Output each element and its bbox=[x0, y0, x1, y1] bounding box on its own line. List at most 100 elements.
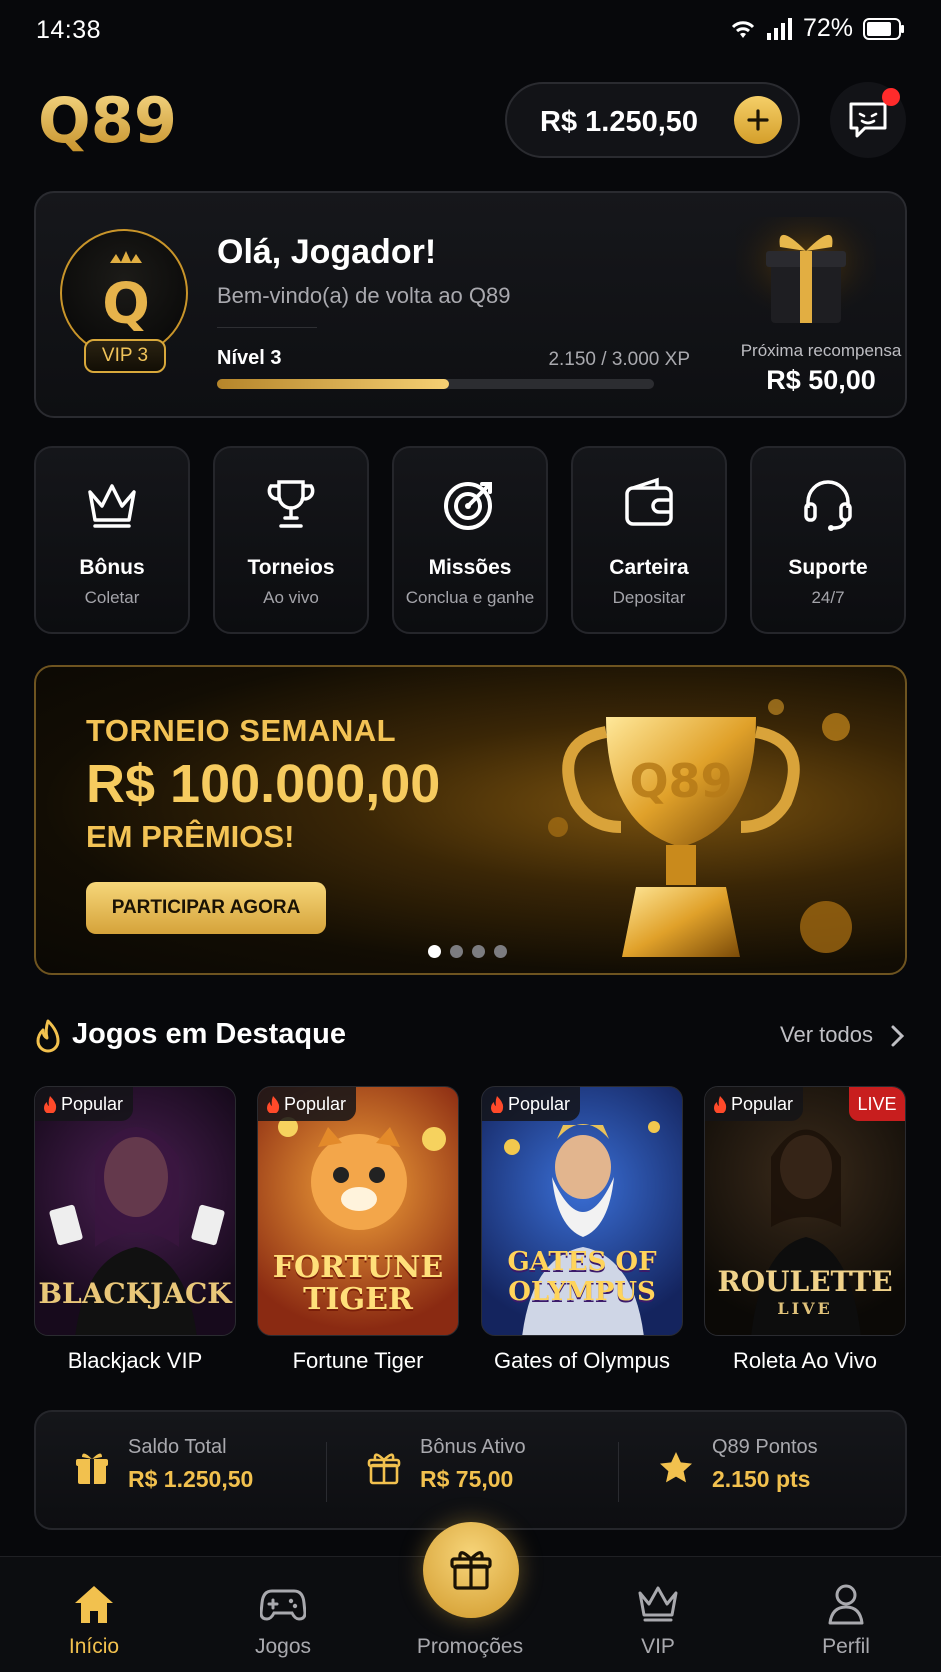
popular-tag: Popular bbox=[35, 1087, 134, 1121]
summary-value: 2.150 pts bbox=[712, 1466, 811, 1492]
banner-heading: TORNEIO SEMANAL bbox=[86, 713, 397, 748]
quick-action-title: Bônus bbox=[79, 556, 145, 579]
game-card-fortune-tiger[interactable]: FORTUNE TIGER Popular bbox=[257, 1086, 459, 1336]
promo-banner[interactable]: Q89 TORNEIO SEMANAL R$ 100.000,00 EM PRÊ… bbox=[34, 665, 907, 975]
battery-percent: 72% bbox=[802, 14, 853, 42]
quick-action-title: Missões bbox=[428, 556, 512, 579]
carousel-dots bbox=[428, 945, 507, 958]
nav-vip[interactable]: VIP bbox=[593, 1557, 723, 1672]
fire-icon bbox=[491, 1096, 504, 1113]
see-all-link[interactable]: Ver todos bbox=[780, 1022, 873, 1048]
vip-badge[interactable]: Q bbox=[60, 229, 188, 357]
fire-icon bbox=[267, 1096, 280, 1113]
game-card-gates-of-olympus[interactable]: GATES OF OLYMPUS Popular bbox=[481, 1086, 683, 1336]
nav-label: Jogos bbox=[254, 1635, 312, 1658]
nav-games[interactable]: Jogos bbox=[218, 1557, 348, 1672]
promotions-button[interactable] bbox=[423, 1522, 519, 1618]
vip-level-tag: VIP 3 bbox=[84, 339, 166, 373]
carousel-dot[interactable] bbox=[428, 945, 441, 958]
carousel-dot[interactable] bbox=[472, 945, 485, 958]
quick-action-support[interactable]: Suporte 24/7 bbox=[750, 446, 906, 634]
status-time: 14:38 bbox=[36, 16, 102, 44]
game-name[interactable]: Blackjack VIP bbox=[34, 1348, 236, 1374]
quick-action-subtitle: Coletar bbox=[84, 588, 140, 607]
nav-profile[interactable]: Perfil bbox=[781, 1557, 911, 1672]
svg-text:Q89: Q89 bbox=[38, 84, 177, 157]
quick-action-tournaments[interactable]: Torneios Ao vivo bbox=[213, 446, 369, 634]
summary-label: Saldo Total bbox=[128, 1436, 227, 1458]
carousel-dot[interactable] bbox=[494, 945, 507, 958]
level-label: Nível 3 bbox=[217, 347, 282, 369]
battery-icon bbox=[863, 17, 904, 40]
nav-label: Início bbox=[68, 1635, 120, 1658]
quick-action-wallet[interactable]: Carteira Depositar bbox=[571, 446, 727, 634]
balance-amount: R$ 1.250,50 bbox=[540, 106, 699, 138]
game-name[interactable]: Fortune Tiger bbox=[257, 1348, 459, 1374]
nav-home[interactable]: Início bbox=[29, 1557, 159, 1672]
crown-icon bbox=[88, 484, 136, 528]
popular-tag: Popular bbox=[705, 1087, 804, 1121]
nav-label: Perfil bbox=[822, 1635, 870, 1658]
svg-text:Q89: Q89 bbox=[629, 754, 732, 808]
divider bbox=[217, 327, 317, 328]
game-art-title: BLACKJACK bbox=[38, 1277, 232, 1310]
banner-prize: R$ 100.000,00 bbox=[86, 754, 441, 814]
gift-box-icon[interactable] bbox=[736, 217, 876, 327]
account-summary: Saldo Total R$ 1.250,50 Bônus Ativo R$ 7… bbox=[34, 1410, 907, 1530]
notification-dot bbox=[882, 88, 900, 106]
home-icon bbox=[75, 1586, 113, 1623]
quick-action-title: Carteira bbox=[609, 556, 689, 579]
xp-progress-fill bbox=[217, 379, 449, 389]
balance-pill[interactable]: R$ 1.250,50 bbox=[505, 82, 800, 158]
game-art-title: GATES OF OLYMPUS bbox=[507, 1247, 657, 1307]
status-bar: 14:38 72% bbox=[0, 0, 941, 60]
summary-divider bbox=[618, 1442, 619, 1502]
game-name[interactable]: Gates of Olympus bbox=[481, 1348, 683, 1374]
next-reward-label: Próxima recompensa bbox=[740, 341, 902, 360]
summary-value: R$ 1.250,50 bbox=[128, 1466, 254, 1492]
gift-icon bbox=[450, 1551, 492, 1590]
gift-outline-icon bbox=[367, 1453, 401, 1485]
quick-action-bonus[interactable]: Bônus Coletar bbox=[34, 446, 190, 634]
quick-action-subtitle: Depositar bbox=[612, 588, 686, 607]
game-art-title: FORTUNE TIGER bbox=[272, 1250, 444, 1317]
quick-action-subtitle: Conclua e ganhe bbox=[405, 588, 535, 607]
summary-value: R$ 75,00 bbox=[420, 1466, 514, 1492]
greeting: Olá, Jogador! bbox=[217, 233, 437, 271]
game-name[interactable]: Roleta Ao Vivo bbox=[704, 1348, 906, 1374]
live-badge: LIVE bbox=[849, 1087, 905, 1121]
flame-icon bbox=[36, 1019, 60, 1053]
add-funds-button[interactable] bbox=[734, 96, 782, 144]
star-icon bbox=[660, 1452, 692, 1483]
quick-action-title: Suporte bbox=[788, 556, 868, 579]
summary-divider bbox=[326, 1442, 327, 1502]
popular-tag: Popular bbox=[258, 1087, 357, 1121]
plus-icon bbox=[747, 109, 769, 131]
nav-label: VIP bbox=[641, 1635, 675, 1658]
nav-label: Promoções bbox=[416, 1635, 524, 1658]
quick-action-subtitle: Ao vivo bbox=[263, 588, 319, 607]
welcome-card: Q VIP 3 Olá, Jogador! Bem-vindo(a) de vo… bbox=[34, 191, 907, 418]
user-icon bbox=[828, 1584, 864, 1625]
welcome-subtitle: Bem-vindo(a) de volta ao Q89 bbox=[217, 283, 511, 308]
xp-progress-text: 2.150 / 3.000 XP bbox=[548, 349, 690, 370]
game-card-roulette-live[interactable]: ROULETTE LIVE Popular LIVE bbox=[704, 1086, 906, 1336]
chevron-right-icon[interactable] bbox=[890, 1024, 906, 1048]
crown-icon bbox=[638, 1586, 678, 1622]
game-card-blackjack[interactable]: BLACKJACK Popular bbox=[34, 1086, 236, 1336]
wallet-icon bbox=[625, 477, 673, 526]
signal-icon bbox=[766, 17, 792, 40]
summary-label: Bônus Ativo bbox=[420, 1436, 526, 1458]
section-title: Jogos em Destaque bbox=[72, 1018, 346, 1050]
quick-action-missions[interactable]: Missões Conclua e ganhe bbox=[392, 446, 548, 634]
chat-icon bbox=[849, 102, 887, 138]
app-header: Q89 R$ 1.250,50 bbox=[0, 76, 941, 162]
q89-logo[interactable]: Q89 bbox=[38, 80, 188, 160]
participate-button[interactable]: PARTICIPAR AGORA bbox=[86, 882, 326, 934]
game-art-subtitle: LIVE bbox=[777, 1299, 833, 1318]
svg-text:Q: Q bbox=[102, 272, 150, 337]
messages-button[interactable] bbox=[830, 82, 906, 158]
carousel-dot[interactable] bbox=[450, 945, 463, 958]
quick-action-subtitle: 24/7 bbox=[811, 588, 845, 607]
gamepad-icon bbox=[260, 1589, 306, 1621]
